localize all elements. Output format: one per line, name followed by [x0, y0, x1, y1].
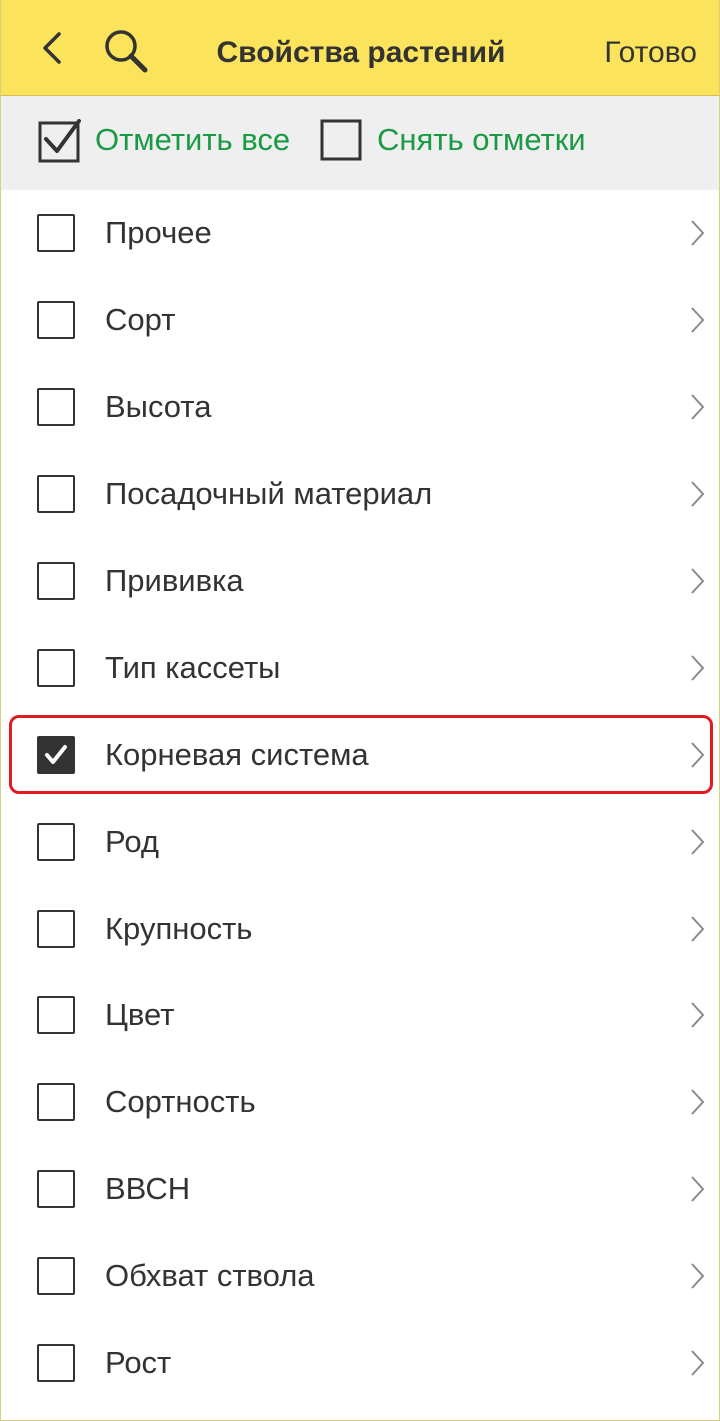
uncheck-all-label: Снять отметки: [377, 122, 586, 157]
chevron-right-icon: [691, 394, 705, 420]
checkbox[interactable]: [37, 562, 75, 600]
list-item[interactable]: Сорт: [1, 277, 719, 364]
list-item[interactable]: Сортность: [1, 1059, 719, 1146]
checkbox[interactable]: [37, 1257, 75, 1296]
chevron-right-icon: [691, 742, 705, 768]
list-item[interactable]: Посадочный материал: [1, 451, 719, 538]
list-item[interactable]: Крупность: [1, 885, 719, 972]
list-item-label: Корневая система: [105, 736, 369, 772]
checkbox[interactable]: [37, 909, 75, 948]
chevron-right-icon: [691, 1002, 705, 1029]
search-icon: [105, 30, 148, 73]
checkbox[interactable]: [37, 996, 75, 1035]
list-item-label: Крупность: [105, 910, 253, 946]
list-item-label: Посадочный материал: [105, 476, 433, 512]
list-item-label: Сорт: [105, 302, 176, 338]
checkbox[interactable]: [37, 475, 75, 514]
list-item-label: Рост: [105, 1345, 172, 1381]
uncheck-all-button[interactable]: Снять отметки: [319, 116, 586, 164]
list-item[interactable]: Цвет: [1, 972, 719, 1059]
chevron-right-icon: [691, 1089, 705, 1116]
checkbox[interactable]: [37, 301, 75, 340]
list-item[interactable]: Корневая система: [1, 711, 719, 798]
list-item-label: Сортность: [105, 1084, 256, 1120]
chevron-right-icon: [691, 655, 705, 681]
checkbox-checked[interactable]: [37, 735, 75, 774]
chevron-right-icon: [691, 915, 705, 942]
property-list: Прочее Сорт Высота Посадочный материал Приви…: [1, 190, 719, 1406]
checkbox[interactable]: [37, 648, 75, 687]
list-item-label: ВВСН: [105, 1171, 191, 1207]
chevron-right-icon: [691, 828, 705, 855]
check-all-label: Отметить все: [95, 122, 291, 157]
check-all-button[interactable]: Отметить все: [37, 116, 290, 164]
list-item-label: Цвет: [105, 997, 175, 1033]
list-item-label: Тип кассеты: [105, 649, 281, 685]
chevron-right-icon: [691, 1176, 705, 1202]
list-item[interactable]: Тип кассеты: [1, 624, 719, 711]
chevron-right-icon: [691, 1350, 705, 1376]
list-item[interactable]: ВВСН: [1, 1146, 719, 1233]
list-item-label: Род: [105, 823, 159, 859]
list-item-label: Прочее: [105, 215, 212, 251]
checkbox-checked-icon: [38, 119, 81, 163]
list-item[interactable]: Высота: [1, 364, 719, 451]
chevron-right-icon: [691, 481, 705, 507]
top-bar: Свойства растений Готово: [1, 0, 719, 96]
checkbox[interactable]: [37, 388, 75, 427]
search-button[interactable]: [101, 26, 151, 76]
checkbox[interactable]: [37, 1344, 75, 1383]
checkbox[interactable]: [37, 1170, 75, 1209]
page-title: Свойства растений: [216, 36, 506, 69]
checkbox[interactable]: [37, 822, 75, 861]
list-item[interactable]: Прочее: [1, 190, 719, 277]
list-item-label: Обхват ствола: [105, 1258, 315, 1294]
list-item-label: Высота: [105, 389, 212, 425]
chevron-right-icon: [691, 307, 705, 334]
list-item-label: Прививка: [105, 563, 244, 598]
chevron-right-icon: [691, 568, 705, 594]
back-button[interactable]: [31, 26, 75, 70]
checkbox[interactable]: [37, 1083, 75, 1122]
checkbox[interactable]: [37, 214, 75, 253]
chevron-right-icon: [691, 1263, 705, 1289]
chevron-right-icon: [691, 220, 705, 247]
list-item[interactable]: Рост: [1, 1320, 719, 1407]
checkbox-empty-icon: [320, 119, 362, 161]
checkmark-icon: [45, 744, 67, 764]
list-item[interactable]: Обхват ствола: [1, 1233, 719, 1320]
done-button[interactable]: Готово: [604, 30, 697, 76]
list-item[interactable]: Род: [1, 798, 719, 885]
chevron-left-icon: [43, 32, 61, 64]
list-item[interactable]: Прививка: [1, 538, 719, 625]
selection-toolbar: Отметить все Снять отметки: [1, 96, 719, 190]
app-frame: Свойства растений Готово Отметить все Сн…: [0, 0, 720, 1421]
